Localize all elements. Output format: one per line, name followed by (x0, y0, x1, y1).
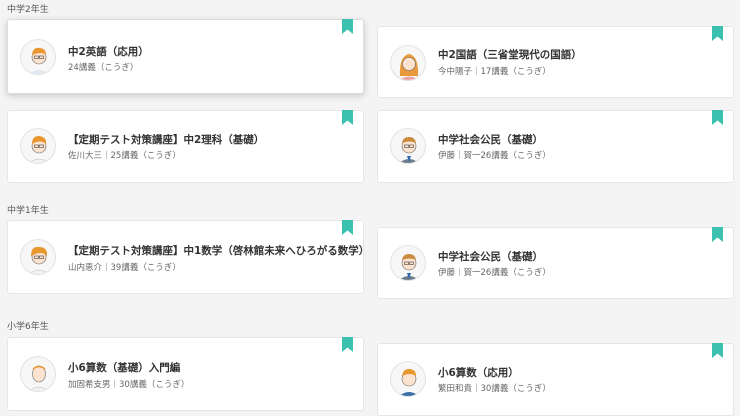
bookmark-icon[interactable] (712, 26, 723, 41)
course-title[interactable]: 小6算数（応用） (438, 365, 519, 380)
course-card-math-grade6-adv[interactable]: 小6算数（応用） 繁田和貴｜30講義（こうぎ） (377, 343, 734, 416)
bookmark-icon[interactable] (342, 110, 353, 125)
course-meta: 伊藤｜賀一26講義（こうぎ） (438, 151, 551, 161)
course-title[interactable]: 中2国語（三省堂現代の国語） (438, 47, 582, 62)
teacher-avatar (20, 39, 56, 75)
teacher-avatar (390, 45, 426, 81)
course-meta: 繁田和貴｜30講義（こうぎ） (438, 384, 551, 394)
teacher-avatar (20, 356, 56, 392)
course-meta: 佐川大三｜25講義（こうぎ） (68, 151, 181, 161)
course-meta: 山内恵介｜39講義（こうぎ） (68, 263, 181, 273)
bookmark-icon[interactable] (712, 110, 723, 125)
course-card-math-grade7[interactable]: 【定期テスト対策講座】中1数学（啓林館未来へひろがる数学） 山内恵介｜39講義（… (7, 220, 369, 294)
course-meta: 今中陽子｜17講義（こうぎ） (438, 67, 551, 77)
course-title[interactable]: 中2英語（応用） (68, 44, 149, 59)
course-meta: 24講義（こうぎ） (68, 63, 139, 73)
course-title[interactable]: 【定期テスト対策講座】中2理科（基礎） (68, 132, 264, 147)
course-meta: 加固希支男｜30講義（こうぎ） (68, 380, 190, 390)
teacher-avatar (390, 245, 426, 281)
bookmark-icon[interactable] (712, 227, 723, 242)
course-card-eng-grade8[interactable]: 中2英語（応用） 24講義（こうぎ） (7, 19, 364, 94)
course-card-jpn-grade8[interactable]: 中2国語（三省堂現代の国語） 今中陽子｜17講義（こうぎ） (377, 26, 734, 98)
teacher-avatar (20, 239, 56, 275)
bookmark-icon[interactable] (712, 343, 723, 358)
teacher-avatar (390, 128, 426, 164)
section-label-grade7: 中学1年生 (7, 206, 49, 216)
bookmark-icon[interactable] (342, 19, 353, 34)
course-meta: 伊藤｜賀一26講義（こうぎ） (438, 268, 551, 278)
course-title[interactable]: 小6算数（基礎）入門編 (68, 360, 180, 375)
course-title[interactable]: 中学社会公民（基礎） (438, 132, 543, 147)
course-card-civics-2[interactable]: 中学社会公民（基礎） 伊藤｜賀一26講義（こうぎ） (377, 227, 734, 299)
course-card-math-grade6-basic[interactable]: 小6算数（基礎）入門編 加固希支男｜30講義（こうぎ） (7, 337, 364, 411)
bookmark-icon[interactable] (342, 220, 353, 235)
course-card-civics-1[interactable]: 中学社会公民（基礎） 伊藤｜賀一26講義（こうぎ） (377, 110, 734, 183)
bookmark-icon[interactable] (342, 337, 353, 352)
course-title[interactable]: 【定期テスト対策講座】中1数学（啓林館未来へひろがる数学） (68, 243, 369, 258)
section-label-grade6: 小学6年生 (7, 322, 49, 332)
teacher-avatar (390, 361, 426, 397)
course-title[interactable]: 中学社会公民（基礎） (438, 249, 543, 264)
teacher-avatar (20, 128, 56, 164)
section-label-grade8: 中学2年生 (7, 5, 49, 15)
course-card-sci-grade8[interactable]: 【定期テスト対策講座】中2理科（基礎） 佐川大三｜25講義（こうぎ） (7, 110, 364, 183)
